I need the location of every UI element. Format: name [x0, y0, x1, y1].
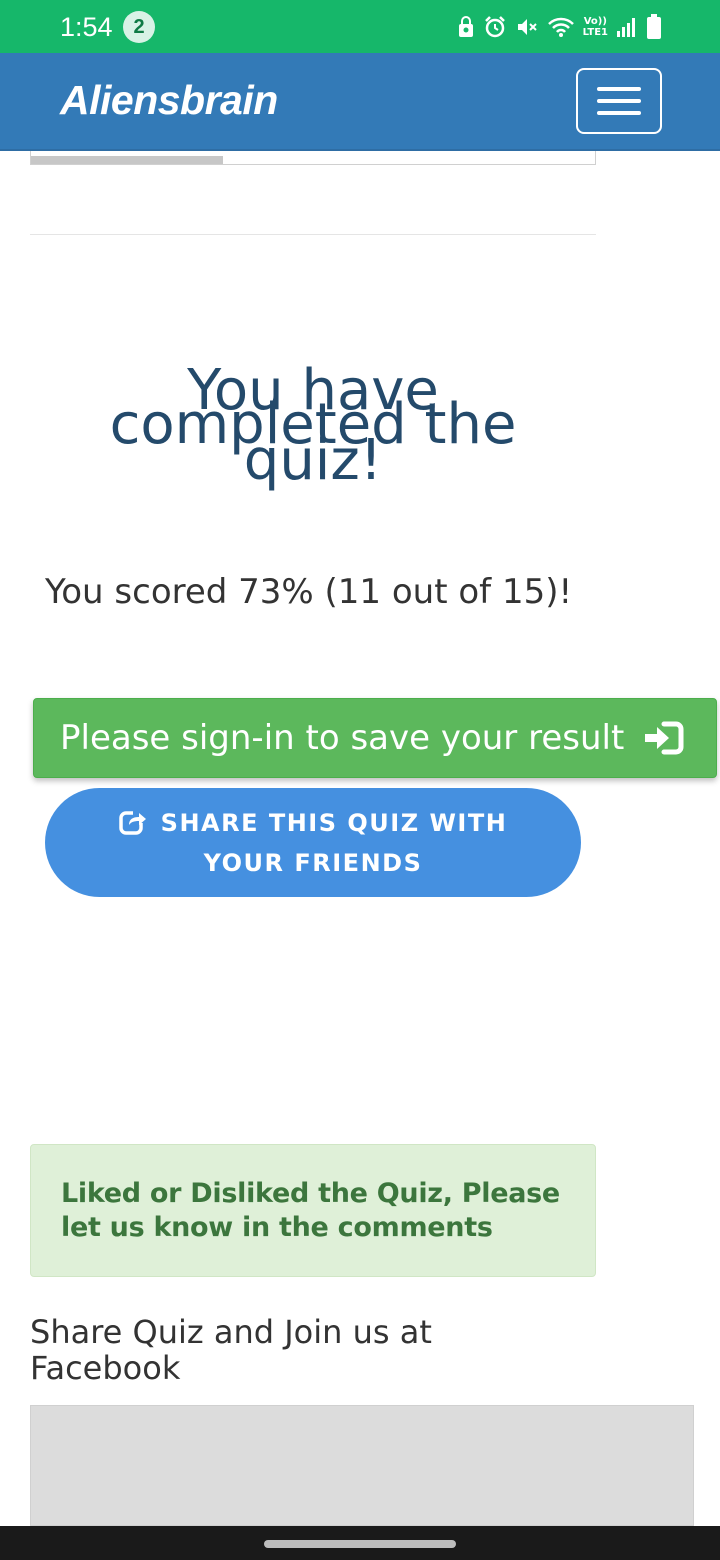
section-divider [30, 234, 596, 235]
system-icons: Vo)) LTE1 [457, 12, 662, 42]
signin-save-result-button[interactable]: Please sign-in to save your result [33, 698, 717, 778]
top-navbar: Aliensbrain [0, 53, 720, 151]
hamburger-bar [597, 99, 641, 103]
home-gesture-handle[interactable] [264, 1540, 456, 1548]
wifi-icon [547, 13, 575, 41]
mute-icon [515, 13, 539, 41]
battery-icon [646, 13, 662, 41]
status-bar: 1:54 2 Vo)) LTE1 [0, 0, 720, 53]
feedback-alert: Liked or Disliked the Quiz, Please let u… [30, 1144, 596, 1277]
hamburger-menu-button[interactable] [576, 68, 662, 134]
facebook-heading: Share Quiz and Join us at Facebook [30, 1313, 432, 1387]
volte-indicator: Vo)) LTE1 [582, 16, 608, 38]
system-navigation-bar [0, 1526, 720, 1560]
quiz-progress-bar [30, 151, 596, 165]
status-time: 1:54 [60, 12, 113, 42]
score-text: You scored 73% (11 out of 15)! [45, 572, 573, 612]
share-button-label: SHARE THIS QUIZ WITH YOUR FRIENDS [160, 808, 508, 877]
facebook-embed-placeholder [30, 1405, 694, 1526]
title-line-3: quiz! [243, 428, 383, 493]
quiz-progress-fill [31, 156, 223, 164]
signin-button-label: Please sign-in to save your result [60, 718, 625, 758]
quiz-complete-title: You have completed the quiz! [0, 358, 626, 508]
signal-icon [616, 13, 638, 41]
share-quiz-button[interactable]: SHARE THIS QUIZ WITH YOUR FRIENDS [45, 788, 581, 897]
hamburger-bar [597, 87, 641, 91]
vpn-lock-icon [457, 13, 475, 41]
share-icon [118, 808, 147, 845]
brand-logo-link[interactable]: Aliensbrain [60, 77, 278, 124]
alarm-icon [483, 13, 507, 41]
hamburger-bar [597, 111, 641, 115]
sign-in-icon [642, 721, 684, 755]
notification-count-badge: 2 [123, 11, 155, 43]
